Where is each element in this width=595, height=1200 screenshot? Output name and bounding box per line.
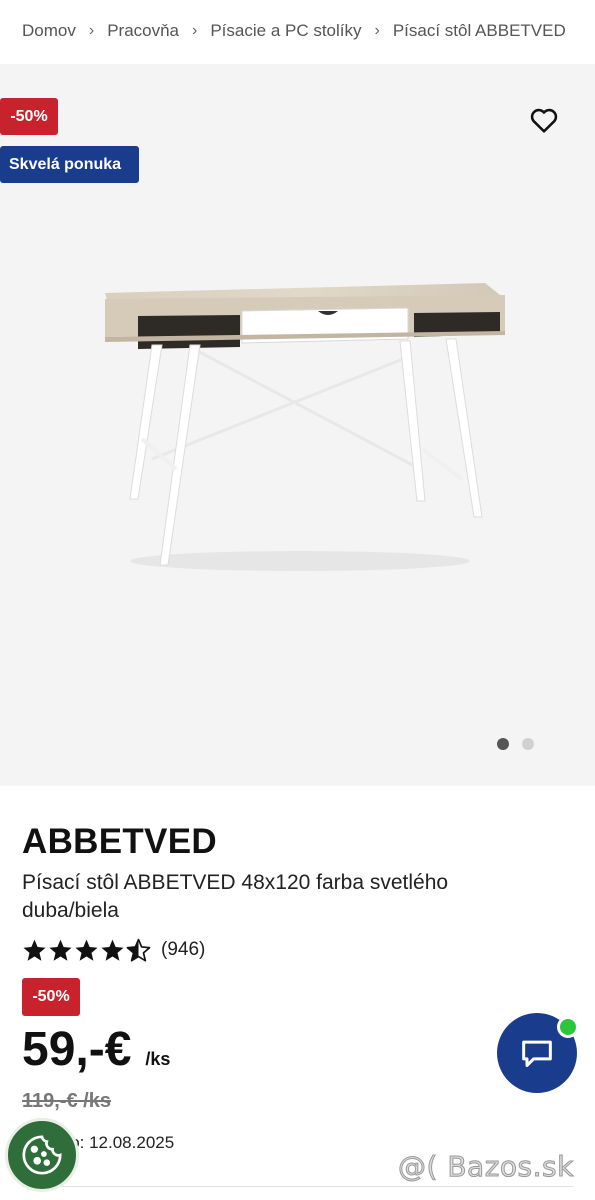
divider (22, 1186, 573, 1187)
carousel-dot-1[interactable] (497, 738, 509, 750)
star-filled-icon (101, 939, 124, 961)
chat-bubble-icon (522, 1040, 552, 1067)
rating-stars (22, 938, 151, 963)
product-image-gallery[interactable]: -50% Skvelá ponuka (0, 64, 595, 786)
old-price: 119,-€ /ks (22, 1090, 111, 1112)
carousel-dot-2[interactable] (522, 738, 534, 750)
product-brand: ABBETVED (22, 822, 217, 861)
watermark: @( Bazos.sk (398, 1150, 574, 1184)
price-unit: /ks (145, 1049, 171, 1069)
current-price: 59,-€ (22, 1023, 132, 1076)
price-row: 59,-€ /ks (22, 1022, 170, 1077)
product-rating[interactable]: (946) (22, 936, 205, 964)
chevron-right-icon: › (192, 22, 198, 39)
breadcrumb-item-study[interactable]: Pracovňa (107, 21, 179, 41)
product-image-desk (105, 283, 505, 571)
cookie-settings-button[interactable] (5, 1118, 79, 1192)
carousel-indicators (497, 738, 534, 750)
chevron-right-icon: › (88, 22, 95, 39)
cookie-icon (22, 1135, 62, 1175)
heart-outline-icon (530, 108, 558, 133)
wishlist-button[interactable] (528, 104, 560, 136)
breadcrumb-item-current[interactable]: Písací stôl ABBETVED (393, 21, 566, 41)
star-filled-icon (75, 939, 98, 961)
star-filled-icon (49, 939, 72, 961)
discount-badge: -50% (0, 98, 58, 135)
deal-badge: Skvelá ponuka (0, 146, 139, 183)
online-status-indicator (557, 1016, 579, 1038)
breadcrumb-item-desks[interactable]: Písacie a PC stolíky (210, 21, 361, 41)
price-discount-badge: -50% (22, 978, 80, 1016)
product-title: Písací stôl ABBETVED 48x120 farba svetlé… (22, 871, 449, 922)
star-filled-icon (23, 939, 46, 961)
breadcrumb-item-home[interactable]: Domov (22, 21, 76, 41)
review-count[interactable]: (946) (161, 939, 205, 961)
chevron-right-icon: › (374, 22, 380, 39)
breadcrumb: Domov › Pracovňa › Písacie a PC stolíky … (0, 0, 595, 62)
star-half-icon (126, 938, 151, 962)
